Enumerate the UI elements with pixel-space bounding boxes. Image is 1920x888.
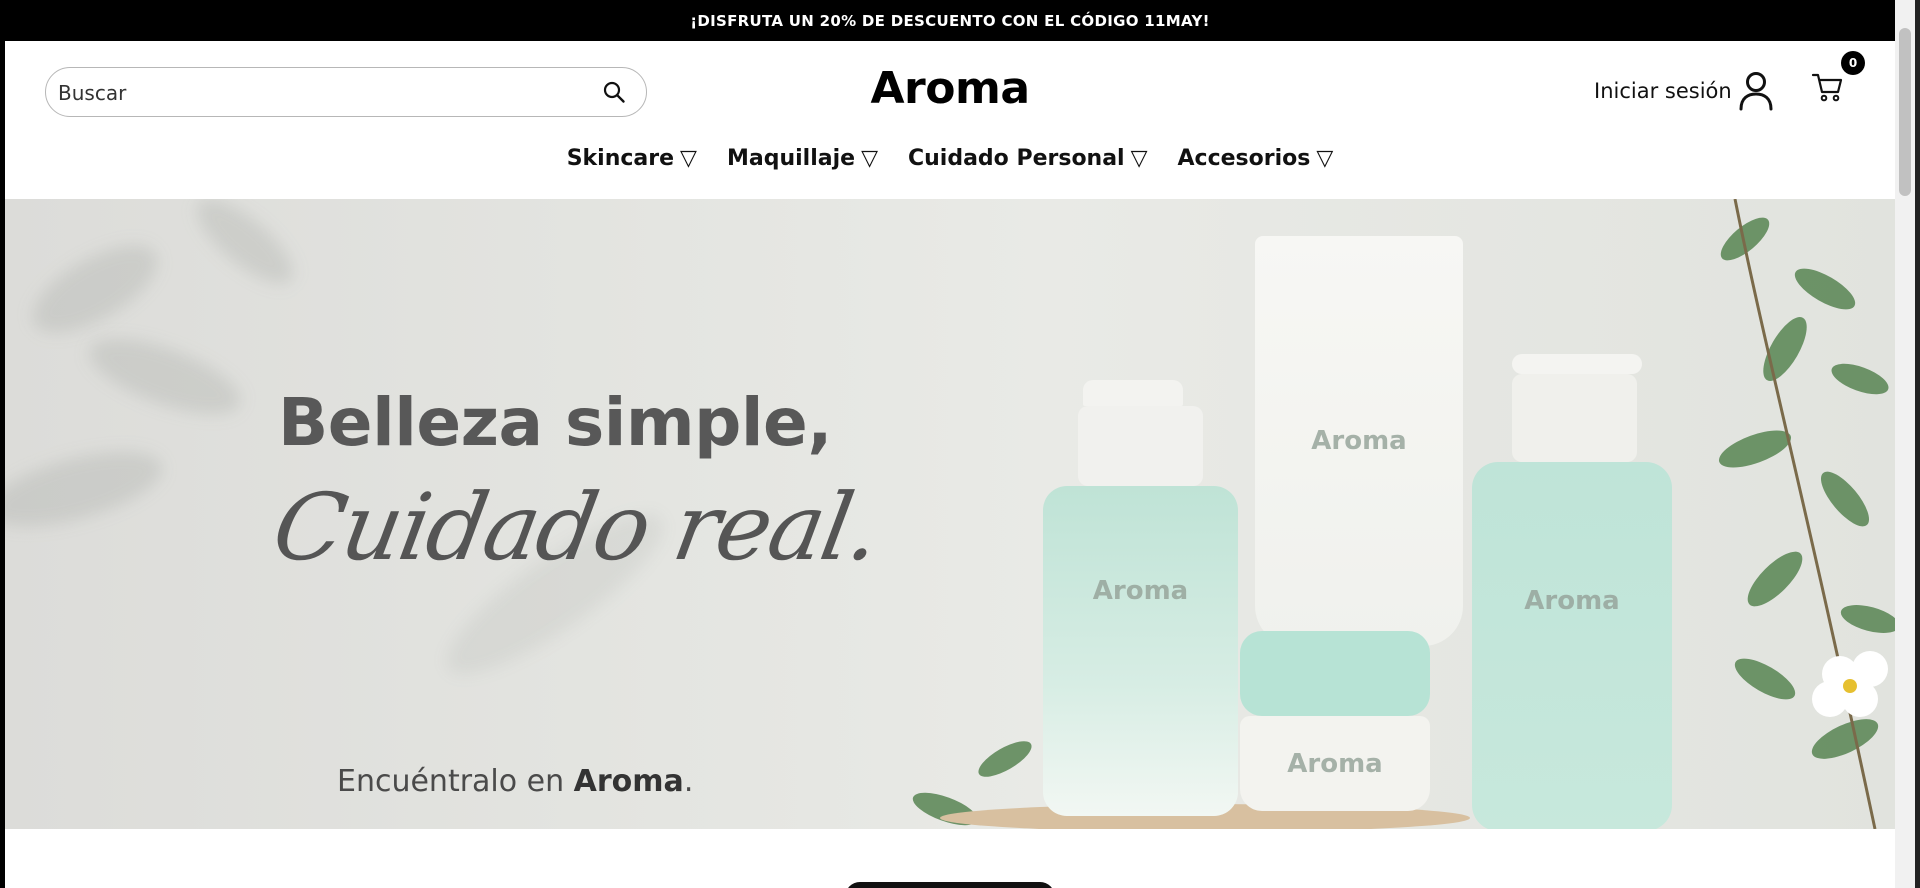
leaf-shadow <box>5 436 170 542</box>
cart-icon[interactable] <box>1811 70 1845 104</box>
pump-neck <box>1512 374 1637 462</box>
product-label: Aroma <box>1287 749 1383 779</box>
cart-count-badge: 0 <box>1841 51 1865 75</box>
pump-cap <box>1512 354 1642 374</box>
product-tube: Aroma <box>1255 236 1463 646</box>
nav-item-label: Accesorios <box>1177 146 1311 171</box>
hero-banner[interactable]: Belleza simple, Cuidado real. Encuéntral… <box>5 199 1895 829</box>
product-label: Aroma <box>1092 576 1189 606</box>
nav-item-label: Maquillaje <box>726 146 856 171</box>
hero-subtitle-prefix: Encuéntralo en <box>337 764 574 799</box>
page-scrollbar[interactable] <box>1895 0 1915 888</box>
scrollbar-thumb[interactable] <box>1899 28 1911 196</box>
hero-script-text: Cuidado real. <box>265 474 887 581</box>
nav-item-accesorios[interactable]: Accesorios ▽ <box>1178 146 1334 171</box>
bottle-body <box>1472 462 1672 829</box>
nav-item-label: Cuidado Personal <box>907 146 1125 171</box>
hero-subtitle: Encuéntralo en Aroma. <box>337 764 693 799</box>
flower <box>1812 651 1888 717</box>
product-label: Aroma <box>1524 586 1620 616</box>
pump-neck <box>1078 406 1203 486</box>
browser-viewport: ¡DISFRUTA UN 20% DE DESCUENTO CON EL CÓD… <box>5 0 1895 888</box>
login-label: Iniciar sesión <box>1594 79 1732 103</box>
product-pump-bottle: Aroma <box>1043 380 1238 816</box>
jar-lid <box>1240 631 1430 716</box>
pump-cap <box>1083 380 1183 406</box>
hero-subtitle-suffix: . <box>683 764 694 799</box>
nav-item-cuidado-personal[interactable]: Cuidado Personal ▽ <box>908 146 1148 171</box>
section-tab-pill[interactable] <box>845 882 1055 888</box>
product-jar: Aroma <box>1240 631 1430 811</box>
content-section <box>5 829 1895 888</box>
nav-item-label: Skincare <box>566 146 675 171</box>
nav-item-maquillaje[interactable]: Maquillaje ▽ <box>727 146 878 171</box>
site-header: Aroma Iniciar sesión 0 Skincare ▽ Maquil… <box>5 41 1895 199</box>
announcement-text: ¡DISFRUTA UN 20% DE DESCUENTO CON EL CÓD… <box>690 11 1210 30</box>
product-pump-bottle-large: Aroma <box>1472 354 1672 829</box>
main-nav: Skincare ▽ Maquillaje ▽ Cuidado Personal… <box>5 146 1895 171</box>
dropdown-arrow-icon: ▽ <box>680 146 697 171</box>
nav-item-skincare[interactable]: Skincare ▽ <box>567 146 697 171</box>
leaf-shadow <box>19 228 171 350</box>
login-link[interactable]: Iniciar sesión <box>1594 71 1774 111</box>
user-icon <box>1739 72 1773 111</box>
hero-subtitle-brand: Aroma <box>573 764 684 799</box>
leaf-shadow <box>184 199 306 298</box>
dropdown-arrow-icon: ▽ <box>1130 146 1148 171</box>
product-label: Aroma <box>1311 426 1407 456</box>
dropdown-arrow-icon: ▽ <box>861 146 878 171</box>
window-edge <box>1915 0 1920 888</box>
dropdown-arrow-icon: ▽ <box>1316 146 1334 171</box>
leaf-shadow <box>80 323 250 430</box>
hero-headline: Belleza simple, <box>278 384 832 461</box>
announcement-bar: ¡DISFRUTA UN 20% DE DESCUENTO CON EL CÓD… <box>5 0 1895 41</box>
bottle-body <box>1043 486 1238 816</box>
